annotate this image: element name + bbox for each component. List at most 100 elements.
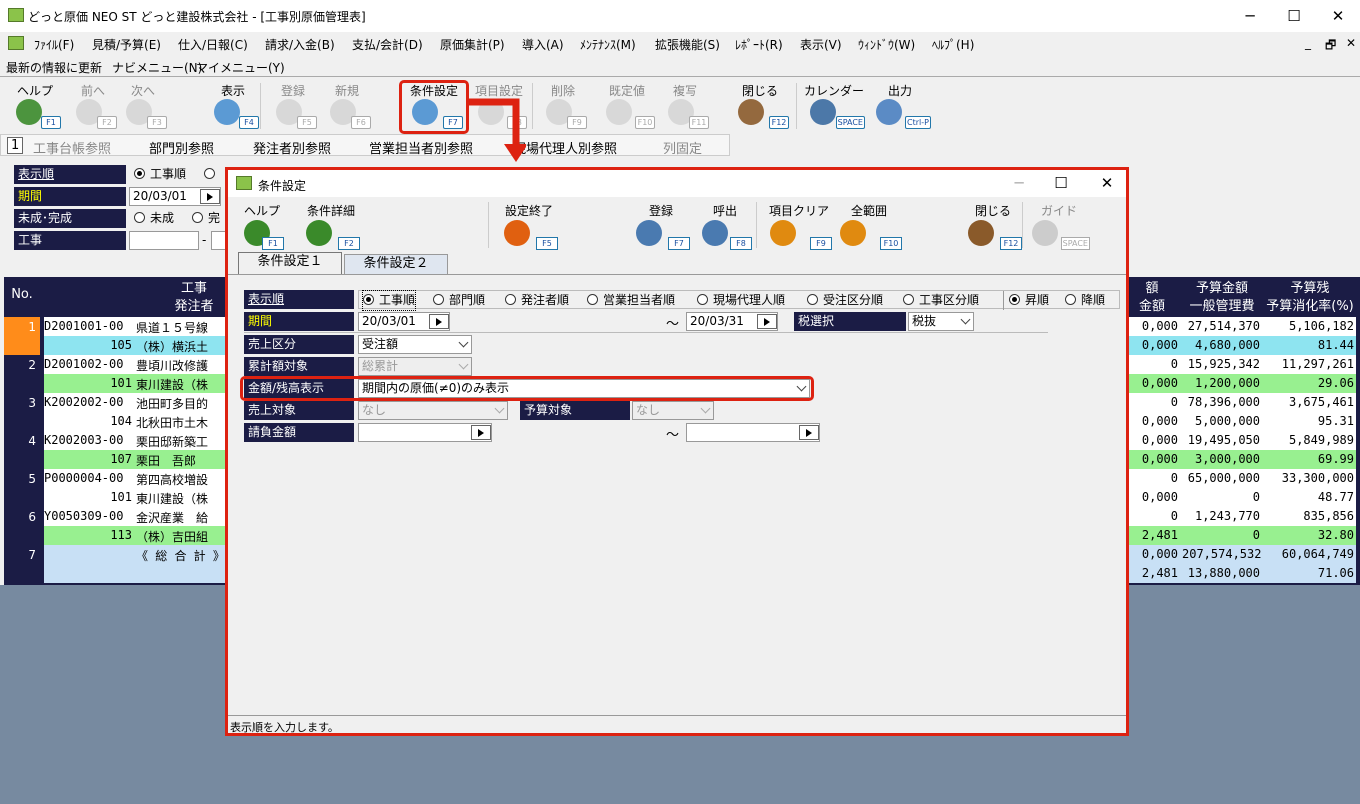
toolbar-button-5[interactable]: 新規 F6: [322, 79, 372, 131]
ref-site-agent[interactable]: 現場代理人別参照: [513, 138, 617, 157]
toolbar-button-3[interactable]: 表示 F4: [206, 79, 260, 131]
menu-report[interactable]: ﾚﾎﾟｰﾄ(R): [735, 36, 783, 53]
period-from-picker[interactable]: [429, 314, 449, 329]
toolbar-label: ヘルプ: [16, 84, 53, 98]
order-option-site-agent[interactable]: 現場代理人順: [697, 291, 785, 310]
toolbar-button-8[interactable]: 削除 F9: [538, 79, 588, 131]
toolbar-button-1[interactable]: 前へ F2: [68, 79, 118, 131]
dialog-title-bar: 条件設定 ─ ☐ ✕: [228, 170, 1126, 197]
tab-condition-1[interactable]: 条件設定１: [238, 252, 342, 275]
order-radio-project[interactable]: 工事順: [134, 165, 186, 184]
menu-estimate[interactable]: 見積/予算(E): [92, 36, 161, 53]
menu-billing[interactable]: 請求/入金(B): [265, 36, 335, 53]
dialog-toolbar-button-4[interactable]: 呼出 F8: [696, 200, 754, 252]
toolbar-button-2[interactable]: 次へ F3: [118, 79, 168, 131]
maximize-button[interactable]: ☐: [1274, 4, 1314, 28]
status-label: 未成･完成: [14, 209, 126, 228]
dialog-toolbar-button-0[interactable]: ヘルプ F1: [238, 200, 286, 252]
tab-condition-2[interactable]: 条件設定２: [344, 254, 448, 274]
contract-to-picker[interactable]: [799, 425, 819, 440]
dialog-toolbar-button-2[interactable]: 設定終了 F5: [498, 200, 560, 252]
toolbar-button-11[interactable]: 閉じる F12: [730, 79, 790, 131]
project-from-field[interactable]: [129, 231, 199, 250]
chevron-down-icon: [960, 314, 971, 325]
mdi-icon[interactable]: [8, 36, 24, 50]
sales-target-select[interactable]: なし: [358, 401, 508, 420]
order-option-project-type[interactable]: 工事区分順: [903, 291, 979, 310]
order-option-order-type[interactable]: 受注区分順: [807, 291, 883, 310]
row-number[interactable]: 2: [4, 355, 40, 393]
close-button[interactable]: ✕: [1318, 4, 1358, 28]
toolbar-button-4[interactable]: 登録 F5: [268, 79, 318, 131]
navi-menu-link[interactable]: ナビメニュー(N): [112, 59, 202, 76]
dialog-toolbar-button-8[interactable]: ガイド SPACE: [1026, 200, 1092, 252]
menu-payment[interactable]: 支払/会計(D): [352, 36, 423, 53]
client-name-cell: 東川建設（株: [136, 378, 209, 392]
budget-cell: 27,514,370: [1187, 319, 1260, 333]
sort-option-ascending[interactable]: 昇順: [1009, 291, 1049, 310]
status-radio-incomplete[interactable]: 未成: [134, 209, 174, 228]
tax-select[interactable]: 税抜: [908, 312, 974, 331]
dialog-toolbar-button-5[interactable]: 項目クリア F9: [764, 200, 834, 252]
dialog-maximize-button[interactable]: ☐: [1038, 170, 1084, 197]
order-option-client[interactable]: 発注者順: [505, 291, 569, 310]
toolbar-label: 複写: [672, 84, 697, 98]
toolbar-button-9[interactable]: 既定値 F10: [598, 79, 656, 131]
dialog-close-button[interactable]: ✕: [1084, 170, 1130, 197]
period-to-picker[interactable]: [757, 314, 777, 329]
refresh-icon: [606, 99, 632, 125]
menu-window[interactable]: ｳｨﾝﾄﾞｳ(W): [858, 36, 915, 53]
toolbar-button-13[interactable]: 出力 Ctrl-P: [868, 79, 932, 131]
row-number[interactable]: 6: [4, 507, 40, 545]
dialog-toolbar-button-7[interactable]: 閉じる F12: [962, 200, 1024, 252]
sort-option-descending[interactable]: 降順: [1065, 291, 1105, 310]
dialog-minimize-button[interactable]: ─: [996, 170, 1042, 197]
mdi-close-button[interactable]: ✕: [1346, 36, 1356, 50]
ref-sales-rep[interactable]: 営業担当者別参照: [369, 138, 473, 157]
order-option-project[interactable]: 工事順: [361, 290, 417, 311]
contract-from-picker[interactable]: [471, 425, 491, 440]
ref-ledger[interactable]: 工事台帳参照: [33, 138, 111, 157]
mdi-restore-button[interactable]: 🗗: [1325, 36, 1336, 57]
ref-freeze-columns[interactable]: 列固定: [663, 138, 702, 157]
row-number[interactable]: 4: [4, 431, 40, 469]
row-number[interactable]: 3: [4, 393, 40, 431]
budget-target-select[interactable]: なし: [632, 401, 714, 420]
period-picker-button[interactable]: [200, 189, 220, 204]
menu-maintenance[interactable]: ﾒﾝﾃﾅﾝｽ(M): [580, 36, 636, 53]
menu-setup[interactable]: 導入(A): [522, 36, 564, 53]
status-radio-complete[interactable]: 完: [192, 209, 220, 228]
minimize-button[interactable]: ─: [1230, 4, 1270, 28]
menu-extensions[interactable]: 拡張機能(S): [655, 36, 720, 53]
dialog-toolbar-button-6[interactable]: 全範囲 F10: [834, 200, 904, 252]
dialog-toolbar-label: 項目クリア: [768, 204, 829, 218]
menu-file[interactable]: ﾌｧｲﾙ(F): [34, 36, 74, 53]
ref-department[interactable]: 部門別参照: [149, 138, 214, 157]
row-number[interactable]: 7: [4, 545, 40, 583]
function-key-badge: F9: [810, 237, 832, 250]
dialog-toolbar-button-1[interactable]: 条件詳細 F2: [300, 200, 362, 252]
ref-client[interactable]: 発注者別参照: [253, 138, 331, 157]
row-number[interactable]: 1: [4, 317, 40, 355]
order-option-department[interactable]: 部門順: [433, 291, 485, 310]
cumulative-label: 累計額対象: [244, 357, 354, 376]
dialog-toolbar-button-3[interactable]: 登録 F7: [630, 200, 692, 252]
budget-rate-cell: 48.77: [1317, 490, 1354, 504]
toolbar-button-10[interactable]: 複写 F11: [660, 79, 710, 131]
order-option-sales-rep[interactable]: 営業担当者順: [587, 291, 675, 310]
menu-purchase[interactable]: 仕入/日報(C): [178, 36, 248, 53]
menu-view[interactable]: 表示(V): [800, 36, 842, 53]
sales-kind-select[interactable]: 受注額: [358, 335, 472, 354]
order-radio-next[interactable]: [204, 165, 220, 184]
period-field-label: 期間: [244, 312, 354, 331]
app-icon: [8, 8, 24, 22]
row-number[interactable]: 5: [4, 469, 40, 507]
mdi-minimize-button[interactable]: _: [1305, 36, 1311, 50]
my-menu-link[interactable]: マイメニュー(Y): [196, 59, 285, 76]
menu-cost-summary[interactable]: 原価集計(P): [440, 36, 505, 53]
toolbar-button-0[interactable]: ヘルプ F1: [8, 79, 62, 131]
toolbar-button-12[interactable]: カレンダー SPACE: [802, 79, 866, 131]
refresh-link[interactable]: 最新の情報に更新: [6, 59, 102, 76]
menu-help[interactable]: ﾍﾙﾌﾟ(H): [932, 36, 974, 53]
cumulative-select[interactable]: 総累計: [358, 357, 472, 376]
